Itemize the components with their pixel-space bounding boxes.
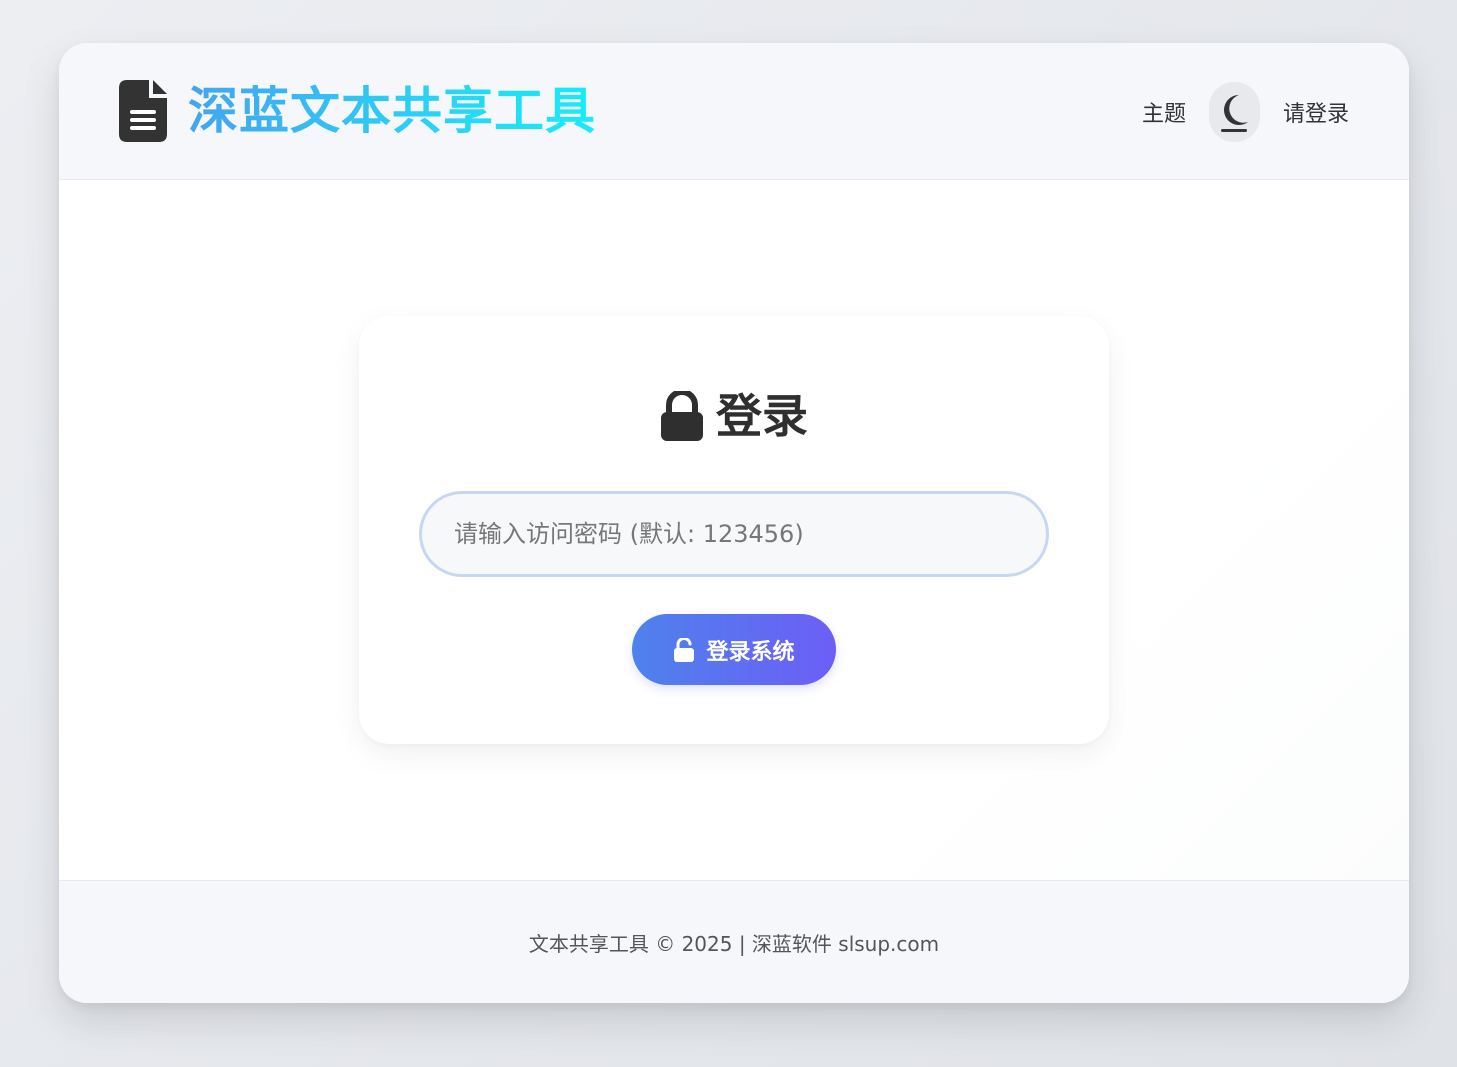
login-title-text: 登录 bbox=[716, 389, 808, 443]
unlock-icon bbox=[673, 637, 706, 662]
login-button[interactable]: 登录系统 bbox=[632, 614, 836, 685]
file-lines-icon bbox=[119, 80, 167, 142]
header-actions: 主题 请登录 bbox=[1142, 82, 1349, 142]
footer-text: 文本共享工具 © 2025 | 深蓝软件 slsup.com bbox=[528, 931, 940, 956]
lock-icon bbox=[660, 391, 716, 441]
theme-label: 主题 bbox=[1141, 102, 1186, 127]
theme-toggle-button[interactable] bbox=[1208, 82, 1260, 142]
login-card: 登录 登录系统 bbox=[359, 316, 1109, 744]
footer: 文本共享工具 © 2025 | 深蓝软件 slsup.com bbox=[59, 880, 1409, 1003]
login-button-label: 登录系统 bbox=[706, 639, 795, 665]
password-input[interactable] bbox=[419, 491, 1049, 577]
login-title: 登录 bbox=[359, 386, 1109, 446]
app-window: 深蓝文本共享工具 主题 请登录 登录 登录系统 文本共享工具 © 2025 | … bbox=[59, 43, 1409, 1003]
moon-icon bbox=[1218, 91, 1250, 133]
main-content: 登录 登录系统 bbox=[59, 180, 1409, 880]
login-link[interactable]: 请登录 bbox=[1283, 96, 1349, 128]
brand-title: 深蓝文本共享工具 bbox=[188, 79, 596, 143]
brand[interactable]: 深蓝文本共享工具 bbox=[119, 79, 596, 143]
header: 深蓝文本共享工具 主题 请登录 bbox=[59, 43, 1409, 180]
